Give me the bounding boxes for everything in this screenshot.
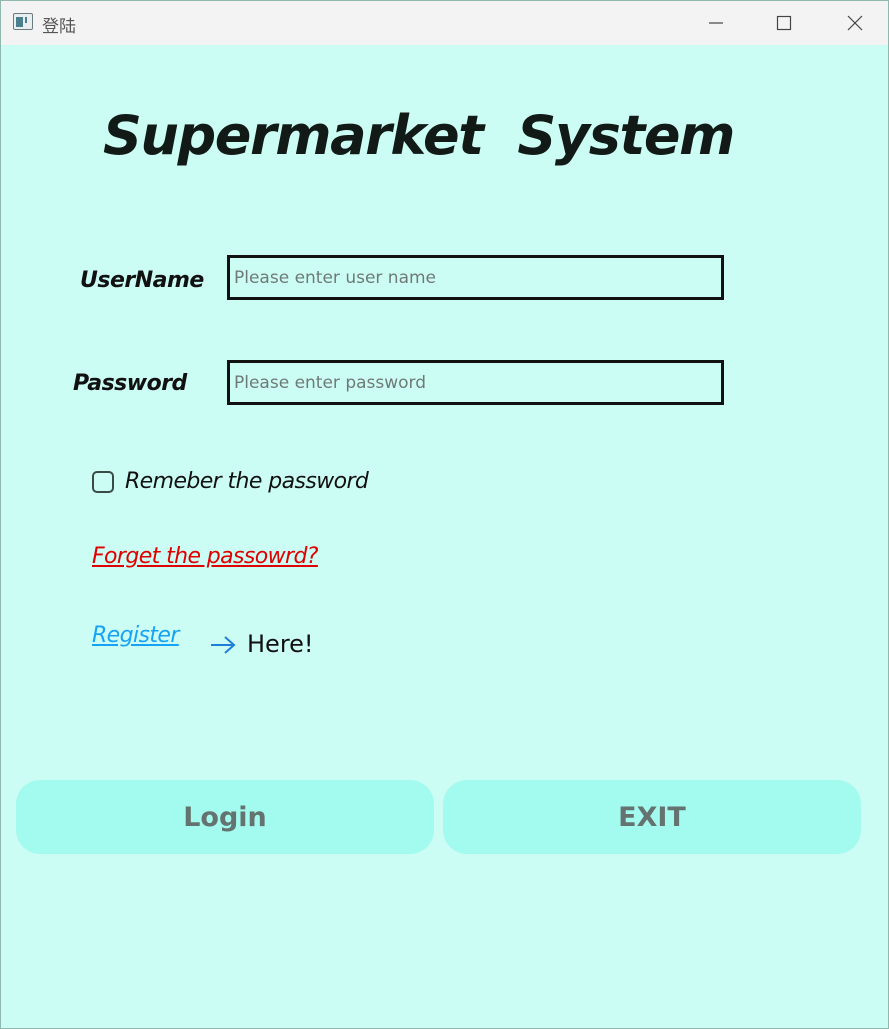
password-input[interactable] [227, 360, 724, 405]
login-button[interactable]: Login [16, 780, 434, 854]
maximize-button[interactable] [761, 1, 807, 45]
login-window: 登陆 Supermarket System UserName Password … [0, 0, 889, 1029]
minimize-icon [709, 22, 723, 24]
remember-password-label[interactable]: Remeber the password [125, 469, 369, 494]
password-label: Password [73, 371, 187, 396]
close-button[interactable] [832, 1, 878, 45]
maximize-icon [776, 15, 792, 31]
close-icon [847, 15, 863, 31]
username-label: UserName [80, 268, 204, 293]
minimize-button[interactable] [693, 1, 739, 45]
here-text: Here! [247, 630, 314, 658]
register-link[interactable]: Register [92, 623, 179, 648]
exit-button-label: EXIT [618, 801, 686, 833]
title-bar[interactable]: 登陆 [1, 1, 888, 45]
username-input[interactable] [227, 255, 724, 300]
app-title: Supermarket System [103, 104, 735, 167]
window-title: 登陆 [42, 17, 76, 37]
arrow-right-icon [211, 636, 236, 654]
forgot-password-link[interactable]: Forget the passowrd? [92, 544, 318, 569]
window-app-icon [13, 13, 33, 30]
login-button-label: Login [183, 801, 267, 833]
remember-password-checkbox[interactable] [92, 471, 114, 493]
exit-button[interactable]: EXIT [443, 780, 861, 854]
